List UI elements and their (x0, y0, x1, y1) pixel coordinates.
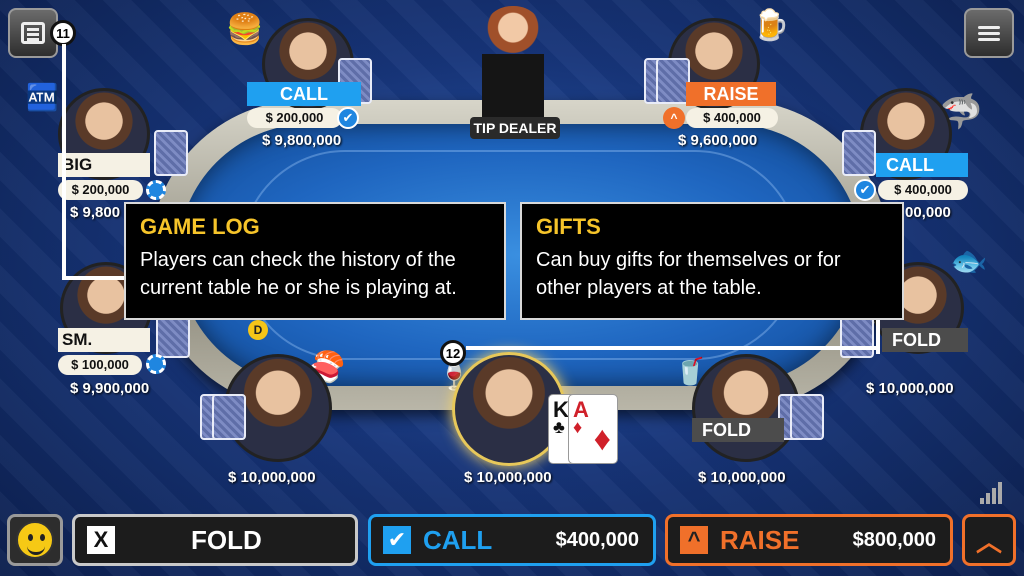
gifts-connector (466, 346, 880, 354)
raise-label: RAISE (720, 524, 800, 555)
chip-icon (146, 354, 166, 374)
game-log-number-badge: 11 (50, 20, 76, 46)
emoji-icon (16, 521, 54, 559)
player-bet: $ 100,000 (58, 355, 142, 375)
player-bet: $ 200,000 (247, 108, 342, 128)
card-back (790, 394, 824, 440)
x-icon: X (87, 526, 115, 554)
burger-gift-icon: 🍔 (226, 13, 264, 46)
check-icon: ✔ (854, 179, 876, 201)
emoji-button[interactable] (7, 514, 63, 566)
player-action-tag: RAISE (686, 82, 776, 106)
player-bet: $ 400,000 (686, 108, 778, 128)
game-log-icon (21, 22, 45, 44)
raise-icon: ^ (663, 107, 685, 129)
chevron-up-icon: ^ (680, 526, 708, 554)
call-button[interactable]: ✔ CALL $400,000 (368, 514, 656, 566)
card-back (656, 58, 690, 104)
chip-icon (146, 180, 166, 200)
dealer-avatar (482, 6, 544, 126)
signal-icon (980, 482, 1002, 504)
player-action-tag: FOLD (882, 328, 968, 352)
player-stack: $ 10,000,000 (698, 469, 786, 486)
player-action-tag: SM. BLIND (58, 328, 150, 373)
card-back (154, 130, 188, 176)
hero-card-2: A ♦ ♦ (568, 394, 618, 464)
game-log-connector (62, 44, 126, 280)
call-amount: $400,000 (555, 528, 639, 551)
card-back (212, 394, 246, 440)
fold-label: FOLD (191, 524, 262, 555)
player-stack: $ 9,900,000 (70, 380, 150, 397)
gifts-popup: GIFTS Can buy gifts for themselves or fo… (520, 202, 904, 320)
player-action-tag: CALL (247, 82, 361, 106)
player-stack: $ 10,000,000 (866, 380, 954, 397)
game-log-popup: GAME LOG Players can check the history o… (124, 202, 506, 320)
menu-button[interactable] (964, 8, 1014, 58)
check-icon: ✔ (337, 107, 359, 129)
player-bet: $ 400,000 (878, 180, 968, 200)
menu-icon (978, 23, 1000, 44)
chevron-up-icon: ︿ (975, 526, 1002, 557)
dealer-button: D (248, 320, 268, 340)
raise-amount: $800,000 (852, 528, 936, 551)
raise-button[interactable]: ^ RAISE $800,000 (665, 514, 953, 566)
player-action-tag: CALL (876, 153, 968, 177)
popup-title: GAME LOG (140, 214, 260, 239)
popup-title: GIFTS (536, 214, 601, 239)
player-stack: $ 10,000,000 (464, 469, 552, 486)
player-stack: $ 9,600,000 (678, 132, 758, 149)
popup-text: Players can check the history of the cur… (140, 249, 457, 299)
atm-icon[interactable]: 🏧 (26, 82, 58, 113)
check-icon: ✔ (383, 526, 411, 554)
player-stack: $ 9,800,000 (262, 132, 342, 149)
gifts-number-badge: 12 (440, 340, 466, 366)
popup-text: Can buy gifts for themselves or for othe… (536, 249, 841, 299)
koi-gift-icon: 🐟 (950, 245, 988, 278)
call-label: CALL (423, 524, 493, 555)
fold-button[interactable]: X FOLD (72, 514, 358, 566)
player-stack: $ 10,000,000 (228, 469, 316, 486)
raise-options-button[interactable]: ︿ (962, 514, 1016, 566)
player-action-tag: FOLD (692, 418, 784, 442)
tip-dealer-button[interactable]: TIP DEALER (470, 117, 560, 139)
player-stack: 00,000 (905, 204, 951, 221)
card-back (842, 130, 876, 176)
beer-gift-icon: 🍺 (752, 9, 790, 42)
